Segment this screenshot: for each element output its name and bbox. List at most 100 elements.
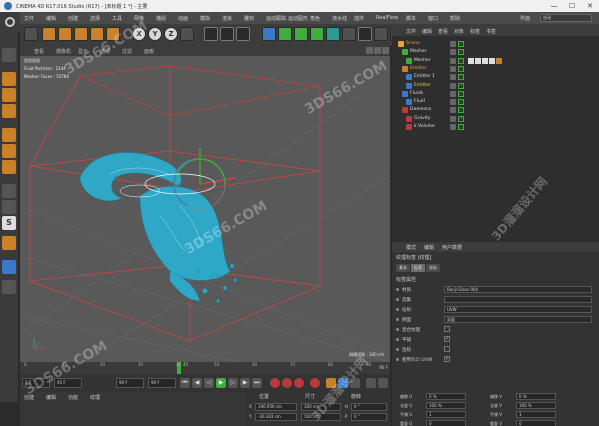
texture-mode-icon[interactable] (2, 88, 16, 102)
enabled-check-icon[interactable]: ✓ (458, 74, 464, 81)
viewport-menu-item[interactable]: 显示 (78, 48, 88, 55)
grid-icon[interactable] (2, 280, 16, 294)
object-row[interactable]: Gravity ✓ (392, 115, 599, 123)
scale-icon[interactable] (74, 27, 88, 41)
object-row[interactable]: Emitter ✓ (392, 82, 599, 90)
timeline-settings-button[interactable] (378, 378, 388, 388)
workplane-mode-icon[interactable] (2, 104, 16, 118)
play-button[interactable]: ▶ (216, 378, 226, 388)
animate-dot-icon[interactable] (396, 288, 399, 291)
start-frame-field[interactable]: 0 F (22, 378, 50, 388)
menu-item[interactable]: 网格 (134, 15, 144, 22)
render-view-icon[interactable] (204, 27, 218, 41)
menu-item[interactable]: 帮助 (450, 15, 460, 22)
enabled-check-icon[interactable]: ✓ (458, 115, 464, 122)
position-y-field[interactable]: -30.343 cm (255, 413, 297, 421)
model-mode-icon[interactable] (2, 72, 16, 86)
viewport-nav-move-icon[interactable] (366, 47, 373, 54)
offset-v-field[interactable]: 1 (516, 411, 556, 418)
animate-dot-icon[interactable] (396, 358, 399, 361)
viewport-menu-item[interactable]: 查看 (34, 48, 44, 55)
visibility-dots-icon[interactable] (450, 49, 456, 56)
object-manager-menu-item[interactable]: 查看 (438, 28, 448, 35)
object-manager-menu-item[interactable]: 对象 (454, 28, 464, 35)
visibility-dots-icon[interactable] (450, 115, 456, 122)
menu-item[interactable]: 选择 (90, 15, 100, 22)
visibility-dots-icon[interactable] (450, 57, 456, 64)
offset-v-field[interactable]: 0 (516, 420, 556, 426)
attribute-tab[interactable]: 基本 (396, 264, 410, 272)
object-row[interactable]: Mesher ✓ (392, 48, 599, 56)
object-row[interactable]: Emitter 1 ✓ (392, 73, 599, 81)
object-row[interactable]: k Volume ✓ (392, 123, 599, 131)
object-manager-menu-item[interactable]: 文件 (406, 28, 416, 35)
attribute-menu-item[interactable]: 模式 (406, 244, 416, 251)
key-rotation-button[interactable] (338, 378, 348, 388)
polygons-mode-icon[interactable] (2, 160, 16, 174)
go-to-start-button[interactable]: ⏮ (180, 378, 190, 388)
tag-icon[interactable] (489, 57, 495, 64)
attribute-menu-item[interactable]: 编辑 (424, 244, 434, 251)
menu-item[interactable]: 工具 (112, 15, 122, 22)
visibility-dots-icon[interactable] (450, 107, 456, 114)
object-manager-menu-item[interactable]: 编辑 (422, 28, 432, 35)
menu-item[interactable]: 脚本 (406, 15, 416, 22)
deformer-icon[interactable] (326, 27, 340, 41)
next-frame-button[interactable]: ▷ (228, 378, 238, 388)
make-editable-icon[interactable] (2, 48, 16, 62)
cube-icon[interactable] (262, 27, 276, 41)
tag-icon[interactable] (482, 57, 488, 64)
max-frame-field[interactable]: 90 F (148, 378, 176, 388)
light-icon[interactable] (374, 27, 388, 41)
menu-item[interactable]: RealFlow (376, 15, 398, 21)
rotation-h-field[interactable]: 0 ° (351, 403, 387, 411)
key-position-button[interactable] (310, 378, 320, 388)
object-manager-menu-item[interactable]: 书签 (486, 28, 496, 35)
end-frame-field[interactable]: 90 F (116, 378, 144, 388)
rotation-p-field[interactable]: 0 ° (351, 413, 387, 421)
render-settings-icon[interactable] (236, 27, 250, 41)
interface-select[interactable]: 启动 (540, 14, 592, 22)
perspective-viewport[interactable]: 透视视图 Fluid Particles : 2144 Mesher: Face… (20, 56, 390, 362)
scene-icon[interactable] (342, 27, 356, 41)
y-axis-lock-button[interactable]: Y (148, 27, 162, 41)
attribute-tab[interactable]: 坐标 (426, 264, 440, 272)
pen-spline-icon[interactable] (278, 27, 292, 41)
animate-dot-icon[interactable] (396, 318, 399, 321)
property-checkbox[interactable]: ✓ (444, 336, 450, 342)
minimize-button[interactable]: — (545, 0, 563, 12)
maximize-button[interactable]: ☐ (563, 0, 581, 12)
object-name[interactable]: Fluids (410, 91, 423, 96)
enabled-check-icon[interactable]: ✓ (458, 41, 464, 47)
render-picture-viewer-icon[interactable] (220, 27, 234, 41)
position-x-field[interactable]: 106.956 cm (255, 403, 297, 411)
magnet-icon[interactable] (2, 236, 16, 250)
object-row[interactable]: Mesher ✓ (392, 57, 599, 65)
menu-item[interactable]: 雕刻 (244, 15, 254, 22)
object-name[interactable]: Scene (406, 41, 420, 46)
viewport-menu-item[interactable]: 面板 (144, 48, 154, 55)
coord-system-icon[interactable] (180, 27, 194, 41)
menu-item[interactable]: 插件 (354, 15, 364, 22)
material-menu-item[interactable]: 功能 (68, 394, 78, 401)
select-arrow-icon[interactable] (42, 27, 56, 41)
menu-item[interactable]: 模拟 (200, 15, 210, 22)
object-name[interactable]: Emitter (414, 83, 431, 88)
current-frame-field[interactable]: 45 F (54, 378, 82, 388)
subdivision-icon[interactable] (294, 27, 308, 41)
attribute-tab[interactable]: 标签 (411, 264, 425, 272)
material-menu-item[interactable]: 创建 (24, 394, 34, 401)
menu-item[interactable]: 编辑 (46, 15, 56, 22)
object-name[interactable]: Mesher (410, 49, 426, 54)
offset-u-field[interactable]: 1 (426, 411, 466, 418)
z-axis-lock-button[interactable]: Z (164, 27, 178, 41)
object-row[interactable]: Daemons ✓ (392, 106, 599, 114)
x-axis-lock-button[interactable]: X (132, 27, 146, 41)
animate-dot-icon[interactable] (396, 308, 399, 311)
object-name[interactable]: Gravity (414, 116, 430, 121)
move-icon[interactable] (58, 27, 72, 41)
edges-mode-icon[interactable] (2, 144, 16, 158)
menu-item[interactable]: 创建 (68, 15, 78, 22)
snap-icon[interactable]: S (2, 216, 16, 230)
axis-mode-icon[interactable] (2, 184, 16, 198)
